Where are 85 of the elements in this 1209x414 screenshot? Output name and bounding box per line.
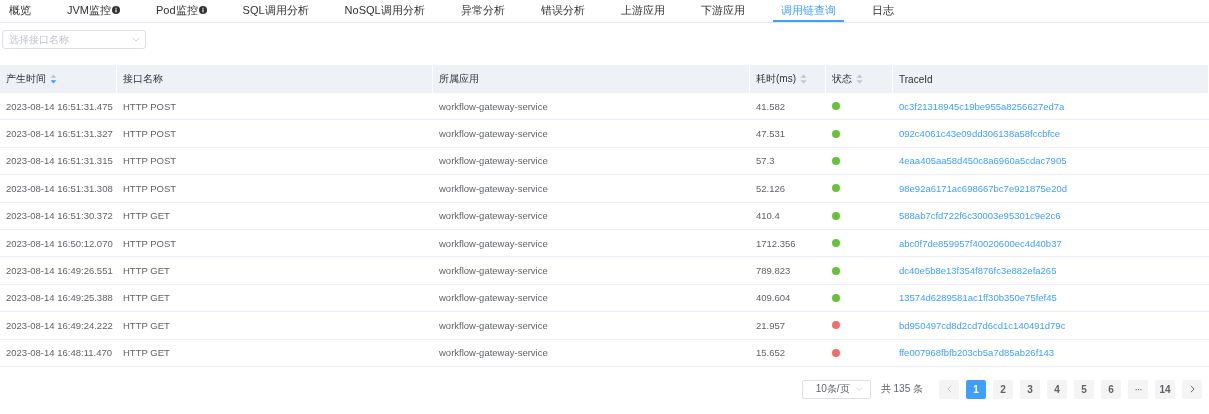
trace-link[interactable]: 98e92a6171ac698667bc7e921875e20d [899, 182, 1067, 194]
table-cell: HTTP GET [123, 265, 170, 277]
table-cell: HTTP POST [123, 237, 177, 249]
table-cell: 2023-08-14 16:51:30.372 [6, 210, 113, 222]
tab[interactable]: 概览 [9, 0, 39, 22]
trace-link[interactable]: 092c4061c43e09dd306138a58fccbfce [899, 128, 1061, 140]
tab[interactable]: NoSQL调用分析 [336, 0, 433, 22]
table-cell: workflow-gateway-service [439, 292, 548, 304]
next-page-button[interactable] [1182, 379, 1202, 399]
more-pages-button[interactable]: ··· [1128, 379, 1148, 399]
trace-link[interactable]: 0c3f21318945c19be955a8256627ed7a [899, 100, 1065, 112]
table-cell: workflow-gateway-service [439, 347, 548, 359]
table-cell: 2023-08-14 16:51:31.327 [6, 128, 113, 140]
table-cell: 21.957 [756, 319, 786, 331]
table-cell: 410.4 [756, 210, 780, 222]
trace-link[interactable]: abc0f7de859957f40020600ec4d40b37 [899, 237, 1062, 249]
page-size-select[interactable]: 10条/页 [801, 379, 871, 399]
table-cell: 41.582 [756, 100, 786, 112]
tab[interactable]: 上游应用 [612, 0, 673, 22]
table-cell: 2023-08-14 16:50:12.070 [6, 237, 113, 249]
tab[interactable]: 下游应用 [692, 0, 753, 22]
table-cell: 47.531 [756, 128, 786, 140]
table-cell: workflow-gateway-service [439, 210, 548, 222]
table-cell: 2023-08-14 16:49:26.551 [6, 265, 113, 277]
table-cell: 57.3 [756, 155, 775, 167]
chevron-down-icon [855, 387, 863, 392]
previous-page-button[interactable] [939, 379, 959, 399]
table-cell: HTTP GET [123, 347, 170, 359]
page-button[interactable]: 5 [1074, 379, 1094, 399]
sort-icon[interactable] [800, 74, 807, 84]
table-cell: HTTP GET [123, 292, 170, 304]
page-button[interactable]: 6 [1101, 379, 1121, 399]
chevron-left-icon [946, 385, 952, 394]
table-cell: 15.652 [756, 347, 786, 359]
trace-link[interactable]: dc40e5b8e13f354f876fc3e882efa265 [899, 265, 1057, 277]
page-button[interactable]: 2 [993, 379, 1013, 399]
table-cell: workflow-gateway-service [439, 155, 548, 167]
tab[interactable]: 异常分析 [452, 0, 513, 22]
column-header: 产生时间 [6, 72, 46, 86]
table-cell: 2023-08-14 16:51:31.308 [6, 182, 113, 194]
tab[interactable]: 错误分析 [532, 0, 593, 22]
table-cell: 1712.356 [756, 237, 796, 249]
trace-link[interactable]: 13574d6289581ac1ff30b350e75fef45 [899, 292, 1057, 304]
trace-link[interactable]: bd950497cd8d2cd7d6cd1c140491d79c [899, 319, 1066, 331]
table-cell: HTTP GET [123, 210, 170, 222]
page-button[interactable]: 14 [1155, 379, 1175, 399]
table-cell: HTTP POST [123, 155, 177, 167]
table-cell: HTTP GET [123, 319, 170, 331]
page-button[interactable]: 3 [1020, 379, 1040, 399]
tab[interactable]: 日志 [863, 0, 902, 22]
table-cell: HTTP POST [123, 128, 177, 140]
trace-link[interactable]: 4eaa405aa58d450c8a6960a5cdac7905 [899, 155, 1067, 167]
column-header: TraceId [899, 73, 933, 85]
table-cell: 52.126 [756, 182, 786, 194]
table-cell: workflow-gateway-service [439, 182, 548, 194]
table-cell: 789.823 [756, 265, 791, 277]
column-header: 状态 [832, 72, 852, 86]
tab[interactable]: 调用链查询 [772, 0, 844, 22]
table-cell: workflow-gateway-service [439, 128, 548, 140]
trace-link[interactable]: ffe007968fbfb203cb5a7d85ab26f143 [899, 347, 1055, 359]
table-cell: workflow-gateway-service [439, 319, 548, 331]
page-button[interactable]: 4 [1047, 379, 1067, 399]
column-header: 接口名称 [123, 72, 163, 86]
tab[interactable]: Pod监控 [148, 0, 215, 22]
table-cell: 2023-08-14 16:51:31.475 [6, 100, 113, 112]
table-cell: HTTP POST [123, 182, 177, 194]
trace-link[interactable]: 588ab7cfd722f6c30003e95301c9e2c6 [899, 210, 1061, 222]
sort-icon[interactable] [856, 74, 863, 84]
sort-icon[interactable] [50, 74, 57, 84]
table-cell: workflow-gateway-service [439, 100, 548, 112]
chevron-right-icon [1189, 385, 1195, 394]
column-header: 所属应用 [439, 72, 479, 86]
chevron-down-icon [132, 37, 140, 42]
table-cell: 2023-08-14 16:48:11.470 [6, 347, 112, 359]
table-cell: 409.604 [756, 292, 791, 304]
total-count: 共 135 条 [880, 382, 923, 397]
table-cell: 2023-08-14 16:49:24.222 [6, 319, 113, 331]
table-cell: workflow-gateway-service [439, 237, 548, 249]
table-cell: HTTP POST [123, 100, 177, 112]
table-cell: 2023-08-14 16:51:31.315 [6, 155, 113, 167]
tab[interactable]: JVM监控 [59, 0, 128, 22]
table-cell: workflow-gateway-service [439, 265, 548, 277]
column-header: 耗时(ms) [756, 72, 796, 86]
table-cell: 2023-08-14 16:49:25.388 [6, 292, 113, 304]
tab[interactable]: SQL调用分析 [234, 0, 317, 22]
